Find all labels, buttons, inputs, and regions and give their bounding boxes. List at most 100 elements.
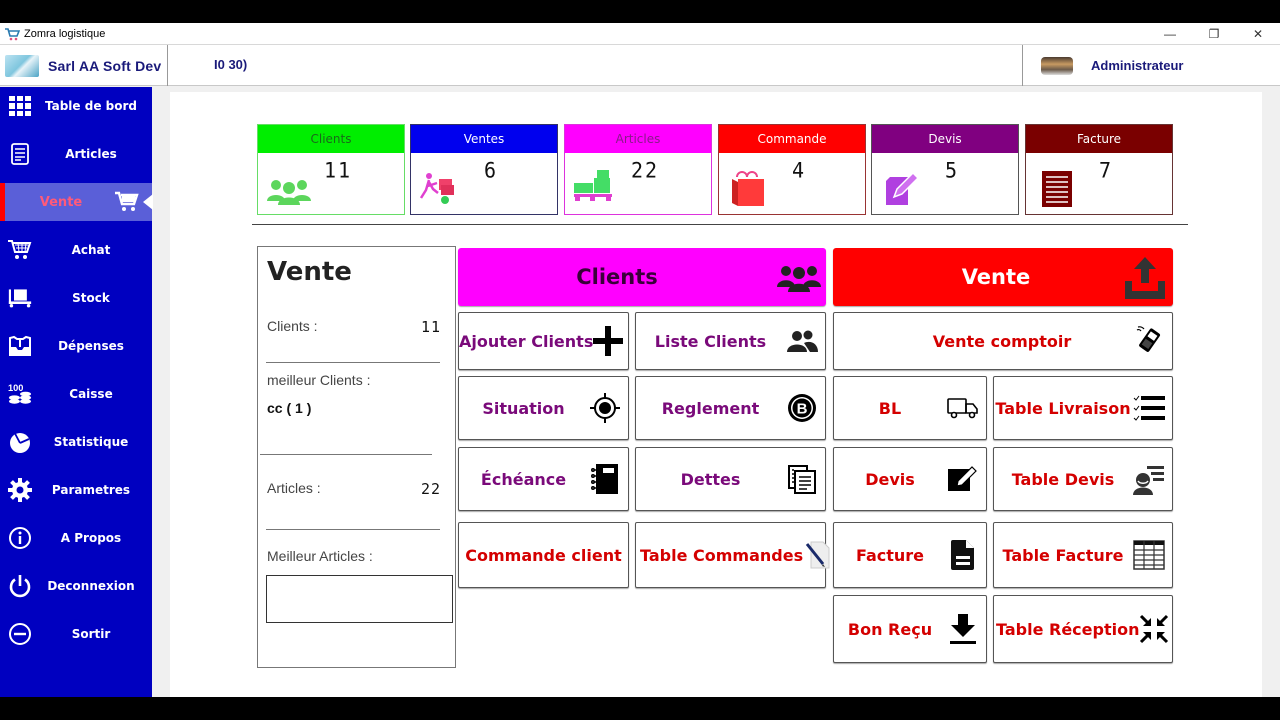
users-icon — [785, 324, 819, 358]
users-icon — [266, 165, 312, 209]
sidebar-item-label: Sortir — [71, 627, 111, 641]
pen-paper-icon — [803, 538, 831, 572]
company-logo — [5, 54, 39, 77]
user-block[interactable]: Administrateur — [1022, 45, 1280, 86]
button-label: Commande client — [465, 545, 622, 565]
button-label: Table Commandes — [640, 545, 804, 565]
sidebar-item-vente[interactable]: Vente — [0, 183, 153, 221]
sidebar-item-label: Table de bord — [44, 99, 137, 113]
notebook-icon — [588, 462, 622, 496]
articles-count-value: 22 — [420, 480, 441, 498]
clients-header-label: Clients — [576, 265, 658, 289]
truck-icon — [946, 391, 980, 425]
button-label: Table Facture — [1002, 545, 1124, 565]
stat-card-value: 5 — [944, 157, 960, 183]
sidebar-item-label: Statistique — [53, 435, 129, 449]
button-label: Devis — [865, 469, 915, 489]
boxes-pallet-icon — [573, 165, 619, 209]
button-label: Échéance — [480, 469, 567, 489]
reglement-button[interactable]: Reglement B — [635, 376, 826, 440]
table-reception-button[interactable]: Table Réception — [993, 595, 1173, 663]
stat-card-ventes[interactable]: Ventes 6 — [410, 124, 558, 215]
sidebar-item-label: Achat — [71, 243, 111, 257]
stat-card-header: Devis — [872, 125, 1018, 153]
close-button[interactable]: ✕ — [1236, 23, 1280, 44]
button-label: Facture — [855, 545, 925, 565]
button-label: Situation — [482, 398, 565, 418]
vente-header-label: Vente — [961, 265, 1031, 289]
power-icon — [8, 574, 32, 598]
button-label: Vente comptoir — [932, 331, 1072, 351]
info-icon — [8, 526, 32, 550]
minus-circle-icon — [8, 622, 32, 646]
clients-header-button[interactable]: Clients — [458, 248, 826, 306]
sidebar-item-deconnexion[interactable]: Deconnexion — [0, 567, 152, 605]
table-livraison-button[interactable]: Table Livraison — [993, 376, 1173, 440]
edit-square-icon — [946, 462, 980, 496]
sidebar-item-label: Vente — [39, 194, 83, 210]
best-articles-label: Meilleur Articles : — [267, 548, 373, 564]
summary-title: Vente — [267, 257, 352, 287]
inbox-icon — [8, 334, 32, 358]
sidebar-item-sortir[interactable]: Sortir — [0, 615, 152, 653]
bl-button[interactable]: BL — [833, 376, 987, 440]
stat-card-value: 6 — [483, 157, 499, 183]
company-name: Sarl AA Soft Dev — [48, 57, 162, 74]
header-info: I0 30) — [214, 57, 248, 72]
pallet-truck-icon — [8, 286, 32, 310]
sidebar-item-table-de-bord[interactable]: Table de bord — [0, 87, 152, 125]
compress-icon — [1139, 612, 1169, 646]
stat-card-facture[interactable]: Facture 7 — [1025, 124, 1173, 215]
vente-comptoir-button[interactable]: Vente comptoir — [833, 312, 1173, 370]
coins-icon: 100 — [8, 382, 32, 406]
dettes-button[interactable]: Dettes — [635, 447, 826, 511]
maximize-button[interactable]: ❐ — [1192, 23, 1236, 44]
main-content: Clients 11 Ventes 6 Articles 22 Commande… — [170, 92, 1262, 697]
button-label: Bon Reçu — [847, 619, 933, 639]
echeance-button[interactable]: Échéance — [458, 447, 629, 511]
button-label: Liste Clients — [654, 331, 767, 351]
user-avatar — [1041, 56, 1073, 75]
pie-chart-icon — [8, 430, 32, 454]
facture-button[interactable]: Facture — [833, 522, 987, 588]
divider — [266, 362, 440, 363]
title-bar: Zomra logistique — ❐ ✕ — [0, 23, 1280, 44]
vente-header-button[interactable]: Vente — [833, 248, 1173, 306]
stat-card-header: Articles — [565, 125, 711, 153]
sidebar-item-a-propos[interactable]: A Propos — [0, 519, 152, 557]
app-cart-icon — [4, 27, 21, 41]
commande-client-button[interactable]: Commande client — [458, 522, 629, 588]
stat-card-clients[interactable]: Clients 11 — [257, 124, 405, 215]
sidebar-item-stock[interactable]: Stock — [0, 279, 152, 317]
button-label: BL — [878, 398, 902, 418]
button-label: Ajouter Clients — [459, 331, 594, 351]
letterbox-top — [0, 0, 1280, 23]
table-commandes-button[interactable]: Table Commandes — [635, 522, 830, 588]
sidebar-item-statistique[interactable]: Statistique — [0, 423, 152, 461]
sidebar-item-label: Articles — [65, 147, 117, 161]
button-label: Dettes — [680, 469, 741, 489]
table-facture-button[interactable]: Table Facture — [993, 522, 1173, 588]
svg-text:100: 100 — [8, 383, 23, 393]
stat-card-header: Facture — [1026, 125, 1172, 153]
stat-card-commande[interactable]: Commande 4 — [718, 124, 866, 215]
sidebar-item-caisse[interactable]: 100 Caisse — [0, 375, 152, 413]
sidebar-item-parametres[interactable]: Parametres — [0, 471, 152, 509]
situation-button[interactable]: Situation — [458, 376, 629, 440]
shopping-bag-icon — [727, 165, 773, 209]
ajouter-clients-button[interactable]: Ajouter Clients — [458, 312, 629, 370]
bon-recu-button[interactable]: Bon Reçu — [833, 595, 987, 663]
table-devis-button[interactable]: Table Devis — [993, 447, 1173, 511]
minimize-button[interactable]: — — [1148, 23, 1192, 44]
invoice-icon — [1034, 165, 1080, 209]
stat-card-articles[interactable]: Articles 22 — [564, 124, 712, 215]
sidebar-item-depenses[interactable]: Dépenses — [0, 327, 152, 365]
devis-button[interactable]: Devis — [833, 447, 987, 511]
user-name: Administrateur — [1091, 58, 1184, 73]
stat-card-devis[interactable]: Devis 5 — [871, 124, 1019, 215]
company-block: Sarl AA Soft Dev — [0, 45, 168, 86]
sidebar-item-articles[interactable]: Articles — [0, 135, 152, 173]
liste-clients-button[interactable]: Liste Clients — [635, 312, 826, 370]
divider — [266, 529, 440, 530]
sidebar-item-achat[interactable]: Achat — [0, 231, 152, 269]
